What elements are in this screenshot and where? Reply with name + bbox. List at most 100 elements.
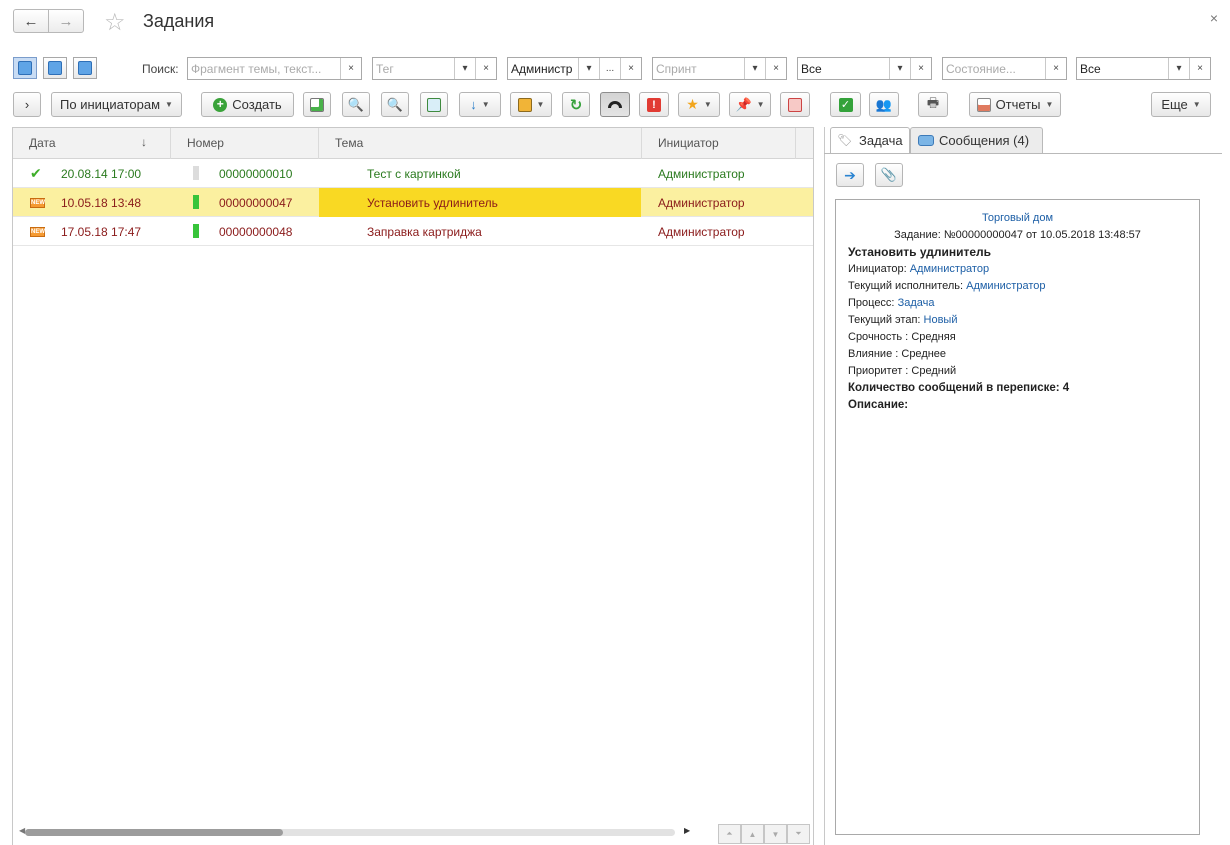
arrow-right-icon: ➔ (844, 166, 856, 183)
tag-field[interactable]: Тег ▾ × (372, 57, 497, 80)
sprint-input[interactable]: Спринт (653, 58, 744, 79)
favorite-button[interactable]: ★ ▼ (678, 92, 720, 117)
column-label: Номер (187, 136, 224, 150)
scroll-right-icon[interactable]: ▶ (684, 826, 690, 835)
state-clear-button[interactable]: × (1045, 58, 1066, 79)
row-initiator: Администратор (658, 196, 745, 210)
table-row[interactable]: ✔ 20.08.14 17:00 00000000010 Тест с карт… (13, 159, 813, 188)
state-field[interactable]: Состояние... × (942, 57, 1067, 80)
tag-input[interactable]: Тег (373, 58, 454, 79)
state-input[interactable]: Состояние... (943, 58, 1045, 79)
reports-button[interactable]: Отчеты ▼ (969, 92, 1061, 117)
back-button[interactable]: ← (13, 9, 49, 33)
row-number: 00000000048 (219, 225, 293, 239)
company-link[interactable]: Торговый дом (848, 210, 1187, 227)
board-view-button[interactable] (73, 57, 97, 79)
scroll-down-button[interactable]: ▼ (764, 824, 787, 844)
column-header-date[interactable]: Дата ↓ (13, 128, 171, 159)
field-value: Средний (911, 365, 957, 377)
tab-task[interactable]: 🏷 Задача (830, 127, 910, 154)
group-by-button[interactable]: По инициаторам ▼ (51, 92, 182, 117)
tag-dropdown-button[interactable]: ▾ (454, 58, 475, 79)
move-button[interactable] (420, 92, 448, 117)
find-button[interactable]: 🔍 (342, 92, 370, 117)
field-impact: Влияние : Среднее (848, 346, 1187, 363)
column-header-number[interactable]: Номер (171, 128, 319, 159)
priority-indicator (193, 166, 199, 180)
refresh-button[interactable]: ↻ (562, 92, 590, 117)
sort-button[interactable]: ↓ ▼ (459, 92, 501, 117)
create-button[interactable]: + Создать (201, 92, 294, 117)
filter-all-dropdown-1[interactable]: ▾ (889, 58, 910, 79)
pin-button[interactable]: 📌 ▼ (729, 92, 771, 117)
table-row[interactable]: NEW 10.05.18 13:48 00000000047 Установит… (13, 188, 813, 217)
list-view-button[interactable] (13, 57, 37, 79)
scroll-top-button[interactable]: ⏶ (718, 824, 741, 844)
initiator-clear-button[interactable]: × (620, 58, 641, 79)
filter-all-clear-1[interactable]: × (910, 58, 931, 79)
field-executor: Текущий исполнитель: Администратор (848, 278, 1187, 295)
initiator-dropdown-button[interactable]: ▾ (578, 58, 599, 79)
stage-link[interactable]: Новый (924, 314, 958, 326)
search-input[interactable]: Фрагмент темы, текст... (188, 58, 340, 79)
tab-messages[interactable]: Сообщения (4) (910, 127, 1043, 154)
field-value: Среднее (901, 348, 947, 360)
initiator-select-button[interactable]: ... (599, 58, 620, 79)
search-clear-button[interactable]: × (340, 58, 361, 79)
filter-all-field-1[interactable]: Все ▾ × (797, 57, 932, 80)
chevron-down-icon: ▼ (481, 100, 490, 109)
table-row[interactable]: NEW 17.05.18 17:47 00000000048 Заправка … (13, 217, 813, 246)
filter-all-field-2[interactable]: Все ▾ × (1076, 57, 1211, 80)
more-button[interactable]: Еще ▼ (1151, 92, 1211, 117)
column-label: Дата (29, 136, 56, 150)
initiator-input[interactable]: Администр (508, 58, 578, 79)
print-button[interactable]: 🖶 (918, 92, 948, 117)
field-stage: Текущий этап: Новый (848, 312, 1187, 329)
description-label: Описание: (848, 399, 909, 411)
executor-link[interactable]: Администратор (966, 280, 1045, 292)
checkbox-icon: ✓ (838, 97, 853, 112)
stage-button[interactable]: ▼ (510, 92, 552, 117)
copy-button[interactable] (303, 92, 331, 117)
filter-all-clear-2[interactable]: × (1189, 58, 1210, 79)
row-date: 17.05.18 17:47 (61, 225, 142, 239)
scroll-up-button[interactable]: ▲ (741, 824, 764, 844)
scrollbar-thumb[interactable] (25, 829, 283, 836)
tag-clear-button[interactable]: × (475, 58, 496, 79)
expand-button[interactable]: › (13, 92, 41, 117)
row-number: 00000000010 (219, 167, 293, 181)
initiator-field[interactable]: Администр ▾ ... × (507, 57, 642, 80)
users-button[interactable]: 👥 (869, 92, 899, 117)
scroll-bottom-button[interactable]: ⏷ (787, 824, 810, 844)
filter-all-input-1[interactable]: Все (798, 58, 889, 79)
column-header-theme[interactable]: Тема (319, 128, 642, 159)
move-icon (427, 97, 441, 112)
close-button[interactable]: × (1210, 10, 1218, 26)
sprint-field[interactable]: Спринт ▾ × (652, 57, 787, 80)
column-label: Инициатор (658, 136, 719, 150)
field-initiator: Инициатор: Администратор (848, 261, 1187, 278)
filter-all-input-2[interactable]: Все (1077, 58, 1168, 79)
row-date: 20.08.14 17:00 (61, 167, 142, 181)
eye-icon (608, 101, 622, 108)
sprint-dropdown-button[interactable]: ▾ (744, 58, 765, 79)
column-header-initiator[interactable]: Инициатор (642, 128, 796, 159)
cancel-find-button[interactable]: 🔍 (381, 92, 409, 117)
row-initiator: Администратор (658, 225, 745, 239)
initiator-link[interactable]: Администратор (910, 263, 989, 275)
dislike-button[interactable] (780, 92, 810, 117)
watch-toggle-button[interactable] (600, 92, 630, 117)
complete-button[interactable]: ✓ (830, 92, 861, 117)
urgent-button[interactable]: ! (639, 92, 669, 117)
horizontal-scrollbar[interactable] (25, 829, 675, 836)
forward-button[interactable]: → (48, 9, 84, 33)
favorite-star-icon[interactable]: ☆ (104, 8, 126, 37)
sprint-clear-button[interactable]: × (765, 58, 786, 79)
calendar-view-button[interactable] (43, 57, 67, 79)
attach-button[interactable]: 📎 (875, 163, 903, 187)
filter-all-dropdown-2[interactable]: ▾ (1168, 58, 1189, 79)
field-label: Приоритет : (848, 365, 912, 377)
process-link[interactable]: Задача (898, 297, 935, 309)
open-task-button[interactable]: ➔ (836, 163, 864, 187)
search-field[interactable]: Фрагмент темы, текст... × (187, 57, 362, 80)
